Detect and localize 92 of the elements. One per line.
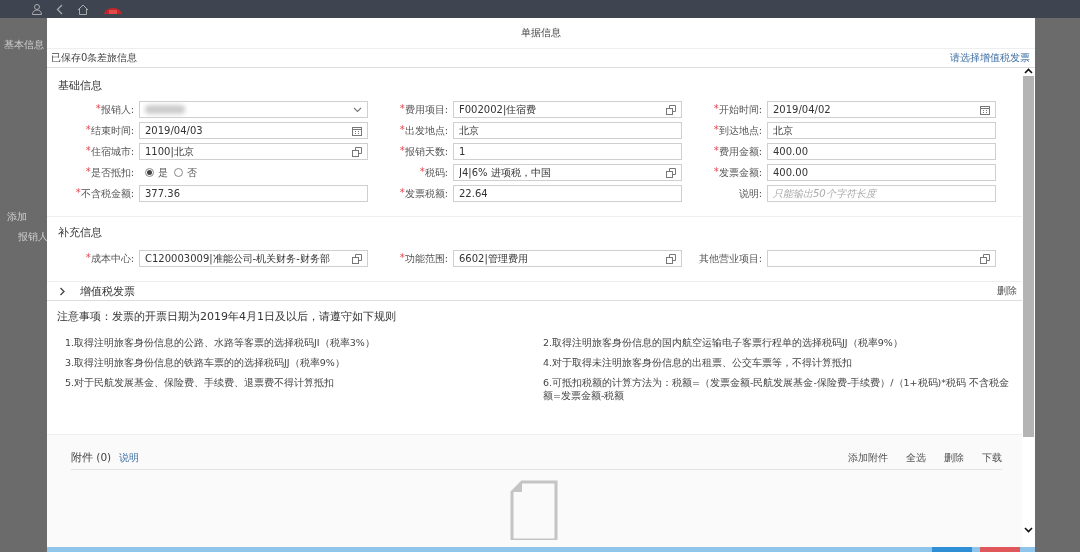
required-mark: * (399, 102, 405, 116)
label-text: 功能范围: (404, 251, 448, 266)
background-label: 报销人 (18, 230, 48, 244)
scroll-up-icon[interactable] (1024, 68, 1033, 74)
date-field[interactable]: 2019/04/02 (767, 101, 996, 118)
copy-icon[interactable] (666, 167, 676, 178)
attachment-action[interactable]: 添加附件 (848, 451, 888, 465)
delete-link[interactable]: 删除 (997, 284, 1017, 298)
scrollbar-thumb[interactable] (1023, 76, 1034, 437)
label-text: 其他营业项目: (698, 251, 762, 266)
invoice-link[interactable]: 请选择增值税发票 (950, 51, 1030, 65)
background-label: 基本信息 (4, 38, 44, 52)
home-icon[interactable] (77, 3, 89, 15)
notice-item: 1.取得注明旅客身份信息的公路、水路等客票的选择税码JI（税率3%） (65, 336, 376, 349)
input-field[interactable]: 北京 (453, 122, 682, 139)
label-text: 开始时间: (718, 102, 762, 117)
required-mark: * (713, 123, 719, 135)
dropdown-field[interactable] (139, 101, 368, 118)
label-text: 费用金额: (718, 144, 762, 159)
input-field[interactable] (767, 250, 996, 267)
notice-item: 6.可抵扣税额的计算方法为：税额=（发票金额-民航发展基金-保险费-手续费）/（1+税码)*税码 不含税金额=发票金额-税额 (543, 376, 1010, 402)
label-text: 到达地点: (718, 123, 762, 138)
calendar-icon[interactable] (980, 104, 990, 115)
input-field[interactable]: 400.00 (767, 143, 996, 160)
chevron-right-icon[interactable] (59, 286, 66, 296)
required-mark: * (399, 251, 405, 265)
section-title: 增值税发票 (80, 283, 136, 299)
background-label: 添加 (7, 210, 27, 224)
calendar-icon[interactable] (352, 125, 362, 136)
notice-item: 3.取得注明旅客身份信息的铁路车票的的选择税码JJ（税率9%） (65, 356, 346, 369)
input-field[interactable]: 6602|管理费用 (453, 250, 682, 267)
input-field[interactable]: J4|6% 进项税，中国 (453, 164, 682, 181)
required-mark: * (85, 251, 91, 265)
dialog-title: 单据信息 (521, 26, 561, 40)
required-mark: * (85, 123, 91, 135)
copy-icon[interactable] (352, 146, 362, 157)
notice-item: 4.对于取得未注明旅客身份信息的出租票、公交车票等，不得计算抵扣 (543, 356, 854, 369)
caret-icon[interactable] (353, 106, 362, 113)
section-title: 补充信息 (57, 225, 103, 240)
input-field[interactable]: 22.64 (453, 185, 682, 202)
label-text: 结束时间: (90, 123, 134, 138)
required-mark: * (399, 123, 405, 137)
input-field[interactable]: 377.36 (139, 185, 368, 202)
label-text: 报销人: (100, 102, 134, 117)
date-field[interactable]: 2019/04/03 (139, 122, 368, 139)
required-mark: * (419, 165, 425, 179)
back-icon[interactable] (56, 3, 63, 15)
attachment-action[interactable]: 全选 (906, 451, 926, 465)
label-text: 税码: (424, 165, 448, 180)
label-text: 发票金额: (718, 165, 762, 180)
required-mark: * (713, 144, 719, 158)
label-text: 出发地点: (404, 123, 448, 138)
required-mark: * (399, 144, 405, 156)
help-link[interactable]: 说明 (119, 451, 140, 465)
required-mark: * (85, 165, 91, 177)
required-mark: * (399, 186, 405, 200)
input-field[interactable]: 1100|北京 (139, 143, 368, 160)
file-icon (510, 480, 558, 540)
notice-title: 注意事项：发票的开票日期为2019年4月1日及以后，请遵守如下规则 (57, 309, 397, 324)
label-text: 是否抵扣: (90, 165, 134, 180)
attachment-action[interactable]: 删除 (944, 451, 964, 465)
label-text: 费用项目: (404, 102, 448, 117)
copy-icon[interactable] (666, 253, 676, 264)
required-mark: * (75, 186, 81, 200)
notice-item: 2.取得注明旅客身份信息的国内航空运输电子客票行程单的选择税码JJ（税率9%） (543, 336, 904, 349)
label-text: 成本中心: (90, 251, 134, 266)
input-field[interactable]: 1 (453, 143, 682, 160)
copy-icon[interactable] (666, 104, 676, 115)
required-mark: * (95, 102, 101, 114)
attachment-action[interactable]: 下载 (982, 451, 1002, 465)
input-field[interactable]: F002002|住宿费 (453, 101, 682, 118)
required-mark: * (713, 165, 719, 179)
radio-option[interactable]: 是 (145, 165, 168, 180)
copy-icon[interactable] (980, 253, 990, 264)
required-mark: * (85, 144, 91, 158)
attachment-title: 附件 (0) (71, 451, 112, 465)
label-text: 说明: (738, 186, 762, 201)
saved-note: 已保存0条差旅信息 (51, 51, 138, 65)
input-field[interactable]: 北京 (767, 122, 996, 139)
label-text: 不含税金额: (80, 186, 134, 201)
label-text: 发票税额: (404, 186, 448, 201)
scroll-down-icon[interactable] (1024, 527, 1033, 533)
required-mark: * (713, 102, 719, 114)
copy-icon[interactable] (352, 253, 362, 264)
label-text: 报销天数: (404, 144, 448, 159)
section-title: 基础信息 (57, 78, 103, 93)
radio-option[interactable]: 否 (174, 165, 197, 180)
notice-item: 5.对于民航发展基金、保险费、手续费、退票费不得计算抵扣 (65, 376, 336, 390)
label-text: 住宿城市: (90, 144, 134, 159)
input-field[interactable]: C120003009|准能公司-机关财务-财务部 (139, 250, 368, 267)
input-field[interactable]: 400.00 (767, 164, 996, 181)
user-icon[interactable] (32, 3, 42, 15)
